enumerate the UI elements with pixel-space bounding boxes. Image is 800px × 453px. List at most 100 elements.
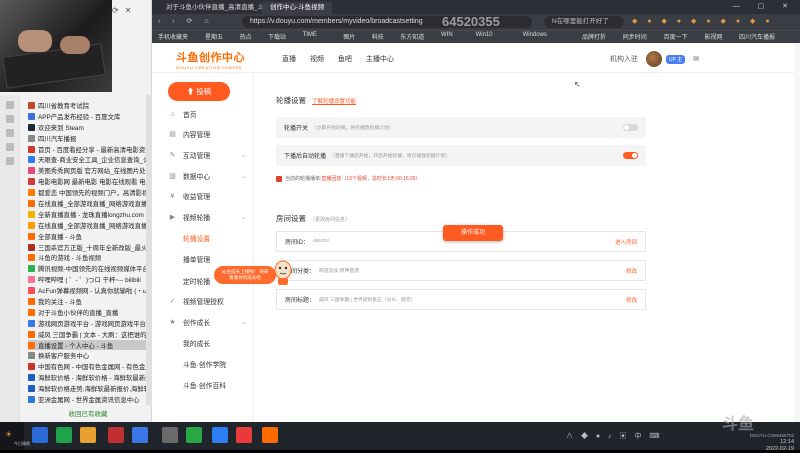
sidebar-item[interactable]: ▤ 内容管理 [168,129,246,139]
page-scrollbar[interactable] [794,43,800,422]
post-button[interactable]: ⬆ 投稿 [168,82,230,101]
bookmark-item[interactable]: 下载站 [268,32,286,41]
sidebar-item[interactable]: ★ 创作成长 ⌄ [168,317,246,327]
sidebar-item[interactable]: 轮播设置 [183,233,261,243]
favorite-item[interactable]: 四川汽车播报 [28,133,152,144]
bookmark-item[interactable]: Windows [523,32,547,38]
favorites-footer-link[interactable]: 收回已有收藏 [28,408,148,418]
bookmark-item[interactable]: 星期五 [205,32,223,41]
favorite-item[interactable]: 全部直播 - 斗鱼 [28,231,152,242]
institution-link[interactable]: 机构入驻 [610,54,638,64]
favorite-item[interactable]: 三国杀官方正版_十周年全新改版_最火爆卡牌桌游 [28,242,152,253]
bookmark-item[interactable]: 科技 [372,32,384,41]
enter-room-link[interactable]: 进入房间 [615,238,637,246]
app-icon[interactable] [132,427,148,443]
nav-buttons[interactable]: ‹ › ⟳ ⌂ [158,17,214,25]
game-icon[interactable] [80,427,96,443]
bookmark-item[interactable]: 热点 [240,32,252,41]
sidebar-item[interactable]: ¥ 收益管理 [168,191,246,202]
favorite-item[interactable]: 直播设置 - 个人中心 - 斗鱼 [28,339,152,351]
carousel-toggle[interactable] [623,124,638,131]
favorite-item[interactable]: 欢迎来到 Steam [28,122,152,133]
window-controls[interactable]: — ▢ ✕ [733,2,796,10]
favorite-item[interactable]: 游戏网页游戏平台 - 游戏网页游戏平台 [28,318,152,329]
browser-tab-active[interactable]: 创作中心-斗鱼视频 [262,2,333,14]
favorite-item[interactable]: 四川省教育考试院 [28,100,152,111]
nav-video[interactable]: 视频 [310,56,324,63]
favorite-item[interactable]: 在线直播_全部游戏直播_网络游戏直播 - 虎牙直播 [28,220,152,231]
avatar[interactable] [646,51,662,67]
edit-title-link[interactable]: 修改 [626,296,637,304]
carousel-help-link[interactable]: 了解轮播设置功能 [312,99,356,105]
sidebar-item[interactable]: ⌂ 首页 [168,109,246,120]
growth-tip-bubble[interactable]: up主成长上线啦！ 快来看看你的成长吧 [214,266,276,284]
music-icon[interactable] [108,427,124,443]
weibo-icon[interactable] [236,427,252,443]
favorite-item[interactable]: 在线直播_全部游戏直播_网络游戏直播 - 斗鱼直播 [28,198,152,209]
bookmark-item[interactable]: 品牌打折 [582,32,606,41]
note-playlist[interactable]: 直播回放（13个视频，总时长1天:00:16:26） [321,175,420,182]
favorite-item[interactable]: 亚洲金属网 - 世界金属资讯信息中心 [28,394,152,405]
bookmark-item[interactable]: Win10 [476,32,493,38]
favorite-item[interactable]: 电影电影网 最新电影 电影在线观看 电影资源下载 [28,176,152,187]
bookmark-item[interactable]: TIME [303,32,317,38]
bookmark-item[interactable]: 四川汽车播报 [739,32,775,41]
favorite-item[interactable]: 海鲜软价格走势,海鲜软最新报价,海鲜软价格-中国 [28,383,152,394]
logo[interactable]: 斗鱼创作中心 DOUYU CREATION CENTER [176,49,260,70]
browser-window: 对于斗鱼小伙伴直播_高清直播_斗鱼直播 创作中心-斗鱼视频 — ▢ ✕ ‹ › … [152,0,800,422]
weather-icon: ☀ [5,430,13,439]
favorite-item[interactable]: 中国有色网 - 中国有色金属网 - 有色金属网 [28,361,152,372]
edit-category-link[interactable]: 修改 [626,267,637,275]
bookmark-item[interactable]: WIN [441,32,453,38]
favorite-item[interactable]: 天眼查-商业安全工具_企业信息查询_公司查询_工 [28,154,152,165]
system-tray[interactable]: ∧ ◆ ● ♪ ▣ 中 ⌨ [566,431,663,441]
mail-icon[interactable]: ✉ [693,55,699,63]
auto-carousel-toggle[interactable] [623,152,638,159]
bookmark-item[interactable]: 手机收藏夹 [158,32,188,41]
search-input[interactable]: N在哪里能打开好了 [544,16,624,28]
bookmark-item[interactable]: 百度一下 [664,32,688,41]
favorite-item[interactable]: APP产品发布经验 - 百度文库 [28,111,152,122]
favorite-item[interactable]: AcFun弹幕视频网 - 认真你就输啦 (・ω・)ノ- ( [28,285,152,296]
bookmark-item[interactable]: 影视网 [704,32,722,41]
sidebar-item[interactable]: ▥ 数据中心 ⌄ [168,171,246,181]
favorite-item[interactable]: 首页 - 百度看经分享 - 最新高清电影资源免费下载 [28,144,152,155]
nav-yuba[interactable]: 鱼吧 [338,56,352,63]
wechat-icon[interactable] [56,427,72,443]
favorite-item[interactable]: 斗鱼的游戏 - 斗鱼视频 [28,252,152,263]
success-toast: 操作成功 [443,225,503,241]
favorite-item[interactable]: 都爱恋 中国领先的视频门户，高清影视剧， [28,187,152,198]
nav-live[interactable]: 直播 [282,56,296,63]
bookmark-item[interactable]: 图片 [343,32,355,41]
qq-icon[interactable] [32,427,48,443]
favorite-item[interactable]: 海鲜软价格 - 海鲜软价格 - 海鲜软最新报价 - 全 [28,372,152,383]
playlist-icon [276,175,282,182]
bookmark-item[interactable]: 东方知道 [400,32,424,41]
bookmark-item[interactable]: 同步时间 [623,32,647,41]
app-icon[interactable] [212,427,228,443]
favorite-item[interactable]: 美图秀秀网页版 官方网站_在线图片处理网站(免费) [28,165,152,176]
close-icon[interactable]: ✕ [125,6,132,15]
nav-streamer-center[interactable]: 主播中心 [366,56,394,63]
favorite-item[interactable]: 全新直播直播 - 龙珠直播longzhu.com 第一游戏 [28,209,152,220]
favorite-item[interactable]: 换新客户服务中心 [28,350,152,361]
upload-icon: ⬆ [186,87,197,96]
extension-icons[interactable]: ◆ ● ◆ ● ◆ ● ◆ ● ◆ ● [632,17,774,25]
sidebar-item[interactable]: 斗鱼·创作学院 [183,359,261,369]
app-icon[interactable] [186,427,202,443]
favorite-item[interactable]: 威风 三国争霸 | 文本 - 大刷：这把谁的锅？ - 斗鱼 [28,329,152,340]
sidebar-item[interactable]: 播单管理 [183,254,261,264]
sidebar-item[interactable]: ✎ 互动管理 ⌄ [168,150,246,160]
sidebar-item[interactable]: ✓ 视频管理授权 [168,296,246,306]
refresh-icon[interactable]: ⟳ [112,6,119,15]
room-watermark: 64520355 [442,14,500,29]
sidebar-item[interactable]: 我的成长 [183,338,261,348]
favorite-item[interactable]: 我的关注 - 斗鱼 [28,296,152,307]
sidebar-item[interactable]: ▶ 视频轮播 ⌄ [168,212,246,222]
douyu-icon[interactable] [262,427,278,443]
favorite-item[interactable]: 腾讯视频-中国领先的在线视频媒体平台,海量高清 [28,263,152,274]
sidebar-item[interactable]: 斗鱼·创作百科 [183,380,261,390]
favorite-item[interactable]: 哔哩哔哩 ( ゜- ゜)つロ 干杯~-- bilibili [28,274,152,285]
app-icon[interactable] [162,427,178,443]
favorite-item[interactable]: 对于斗鱼小伙伴的直播_直播 [28,307,152,318]
